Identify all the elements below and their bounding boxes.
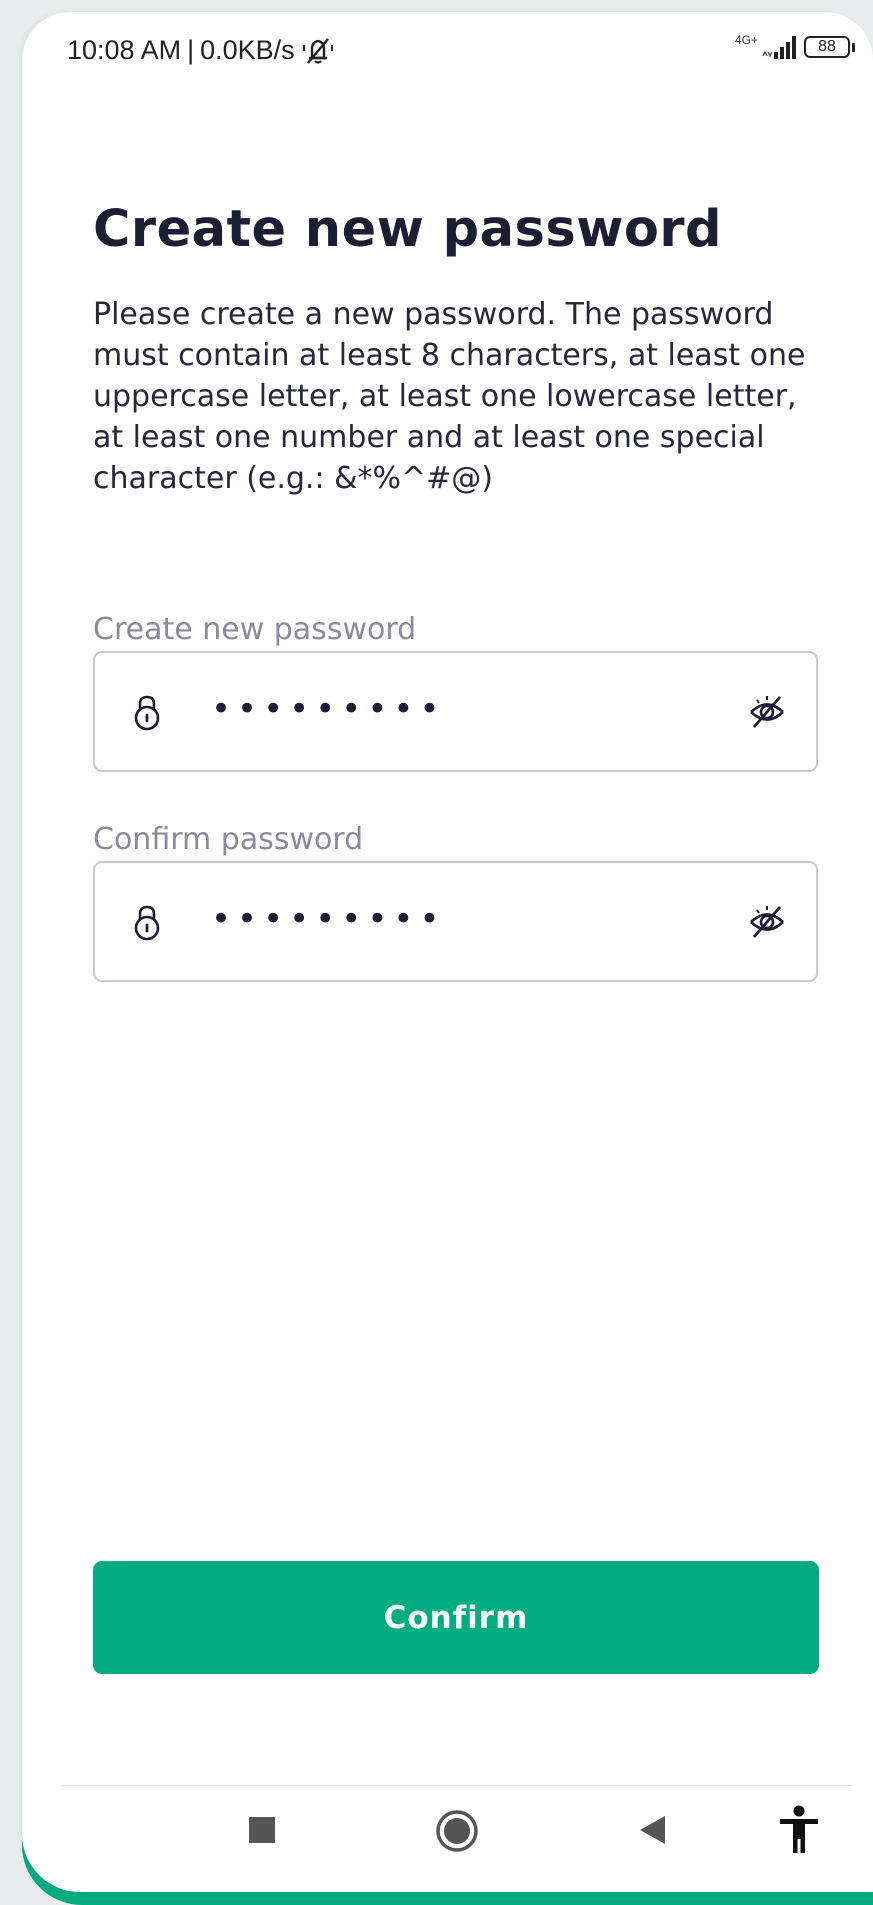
new-password-field[interactable]: ••••••••• — [93, 651, 818, 772]
confirm-button[interactable]: Confirm — [93, 1561, 819, 1674]
app-screen: 10:08 AM | 0.0KB/s 4G+ 88 Create new pas… — [22, 12, 873, 1892]
lock-icon — [134, 695, 160, 731]
eye-off-icon[interactable] — [748, 693, 786, 731]
battery-icon: 88 — [804, 36, 855, 58]
network-type: 4G+ — [734, 33, 758, 47]
status-separator: | — [187, 35, 195, 65]
eye-off-icon[interactable] — [748, 903, 786, 941]
home-button[interactable] — [432, 1806, 482, 1856]
accessibility-button[interactable] — [774, 1802, 824, 1858]
back-button[interactable] — [632, 1810, 672, 1850]
confirm-password-input[interactable]: ••••••••• — [211, 895, 446, 943]
system-navigation-bar — [22, 1786, 873, 1876]
lock-icon — [134, 905, 160, 941]
back-triangle-icon — [640, 1816, 665, 1844]
accessibility-icon — [780, 1805, 818, 1853]
recents-button[interactable] — [242, 1810, 282, 1850]
battery-tip — [852, 42, 855, 52]
confirm-password-label: Confirm password — [93, 822, 364, 857]
status-left: 10:08 AM | 0.0KB/s — [67, 35, 335, 66]
home-circle-icon — [436, 1810, 478, 1852]
status-network-speed: 0.0KB/s — [200, 35, 295, 65]
battery-level: 88 — [804, 36, 850, 58]
confirm-password-field[interactable]: ••••••••• — [93, 861, 818, 982]
password-requirements-text: Please create a new password. The passwo… — [93, 297, 806, 496]
recents-square-icon — [249, 1817, 275, 1843]
status-right: 4G+ 88 — [735, 34, 855, 60]
signal-icon — [762, 36, 796, 59]
mute-icon — [302, 37, 333, 64]
new-password-label: Create new password — [93, 612, 417, 647]
new-password-input[interactable]: ••••••••• — [211, 685, 446, 733]
page-title: Create new password — [93, 200, 723, 259]
status-time: 10:08 AM — [67, 35, 182, 65]
status-bar: 10:08 AM | 0.0KB/s 4G+ 88 — [22, 12, 873, 92]
